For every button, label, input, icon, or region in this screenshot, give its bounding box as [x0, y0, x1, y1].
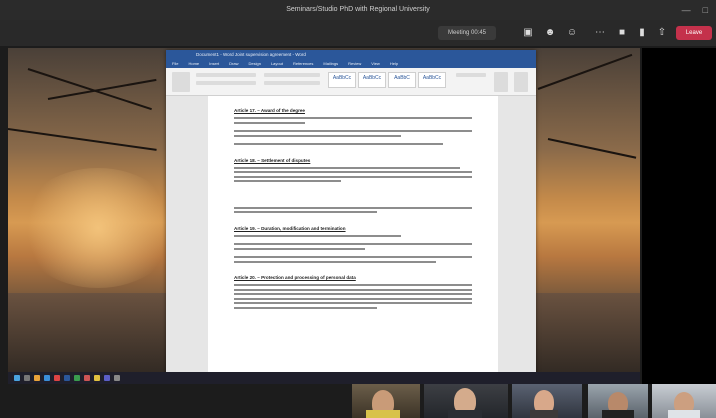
taskbar-icon [74, 375, 80, 381]
font-selector[interactable] [196, 73, 256, 77]
taskbar-icon [34, 375, 40, 381]
style-heading1[interactable]: AaBbC [388, 72, 416, 88]
tree-branch [547, 138, 637, 159]
meeting-toolbar [0, 20, 716, 46]
reactions-icon[interactable]: ☺ [564, 25, 580, 41]
participant-shirt [366, 410, 400, 418]
participant-video[interactable] [424, 384, 508, 418]
shared-screen: Document1 - Word Joint supervision agree… [8, 48, 640, 384]
taskbar-icon [24, 375, 30, 381]
participant-shirt [448, 410, 482, 418]
tab-review[interactable]: Review [348, 60, 361, 68]
mic-icon[interactable]: ▮ [634, 25, 650, 41]
word-title-bar: Document1 - Word Joint supervision agree… [166, 50, 536, 60]
shared-taskbar [8, 372, 640, 384]
taskbar-icon [64, 375, 70, 381]
window-title: Seminars/Studio PhD with Regional Univer… [286, 6, 430, 13]
editor-icon[interactable] [514, 72, 528, 92]
style-no-spacing[interactable]: AaBbCc [358, 72, 386, 88]
start-icon [14, 375, 20, 381]
share-icon[interactable]: ⇧ [654, 25, 670, 41]
find-button[interactable] [456, 73, 486, 77]
participant-video[interactable] [588, 384, 648, 418]
tab-mailings[interactable]: Mailings [323, 60, 338, 68]
window-controls: — □ [682, 0, 708, 20]
participant-video[interactable] [512, 384, 582, 418]
tab-references[interactable]: References [293, 60, 313, 68]
participant-video[interactable] [352, 384, 420, 418]
taskbar-icon [44, 375, 50, 381]
participant-shirt [668, 410, 700, 418]
sunset-glow [18, 168, 178, 288]
alignment-buttons[interactable] [264, 81, 320, 85]
tab-draw[interactable]: Draw [229, 60, 238, 68]
section-heading: Article 20. – Protection and processing … [234, 275, 356, 280]
paragraph-buttons[interactable] [264, 73, 320, 77]
people-icon[interactable]: ☻ [542, 25, 558, 41]
tab-design[interactable]: Design [248, 60, 260, 68]
tab-help[interactable]: Help [390, 60, 398, 68]
camera-icon[interactable]: ■ [614, 25, 630, 41]
word-window: Document1 - Word Joint supervision agree… [166, 50, 536, 376]
taskbar-icon [104, 375, 110, 381]
style-heading2[interactable]: AaBbCc [418, 72, 446, 88]
more-icon[interactable]: ⋯ [592, 25, 608, 41]
section-heading: Article 19. – Duration, modification and… [234, 225, 346, 231]
dictate-icon[interactable] [494, 72, 508, 92]
tab-home[interactable]: Home [188, 60, 199, 68]
tab-insert[interactable]: Insert [209, 60, 219, 68]
taskbar-icon [94, 375, 100, 381]
paste-icon[interactable] [172, 72, 190, 92]
section-heading: Article 17. – Award of the degree [234, 108, 305, 113]
app-title-bar: Seminars/Studio PhD with Regional Univer… [0, 0, 716, 20]
document-page[interactable]: Article 17. – Award of the degree Articl… [208, 96, 498, 376]
tree-branch [27, 68, 152, 111]
leave-button[interactable]: Leave [676, 26, 712, 40]
meeting-timer: Meeting 00:45 [438, 26, 496, 40]
participant-shirt [530, 410, 558, 418]
word-ribbon-tabs: File Home Insert Draw Design Layout Refe… [166, 60, 536, 68]
taskbar-icon [54, 375, 60, 381]
word-ribbon: AaBbCc AaBbCc AaBbC AaBbCc [166, 68, 536, 96]
tree-branch [8, 128, 157, 151]
document-area: Article 17. – Award of the degree Articl… [166, 96, 536, 376]
taskbar-icon [114, 375, 120, 381]
style-normal[interactable]: AaBbCc [328, 72, 356, 88]
participant-video[interactable] [652, 384, 716, 418]
side-panel [642, 48, 716, 384]
font-format-buttons[interactable] [196, 81, 256, 85]
tab-layout[interactable]: Layout [271, 60, 283, 68]
participant-shirt [602, 410, 634, 418]
restore-icon[interactable]: □ [703, 5, 708, 15]
chat-icon[interactable]: ▣ [520, 25, 536, 41]
tree-branch [537, 53, 633, 90]
section-heading: Article 18. – Settlement of disputes [234, 157, 311, 163]
minimize-icon[interactable]: — [682, 5, 691, 15]
taskbar-icon [84, 375, 90, 381]
tab-view[interactable]: View [371, 60, 380, 68]
tab-file[interactable]: File [172, 60, 178, 68]
